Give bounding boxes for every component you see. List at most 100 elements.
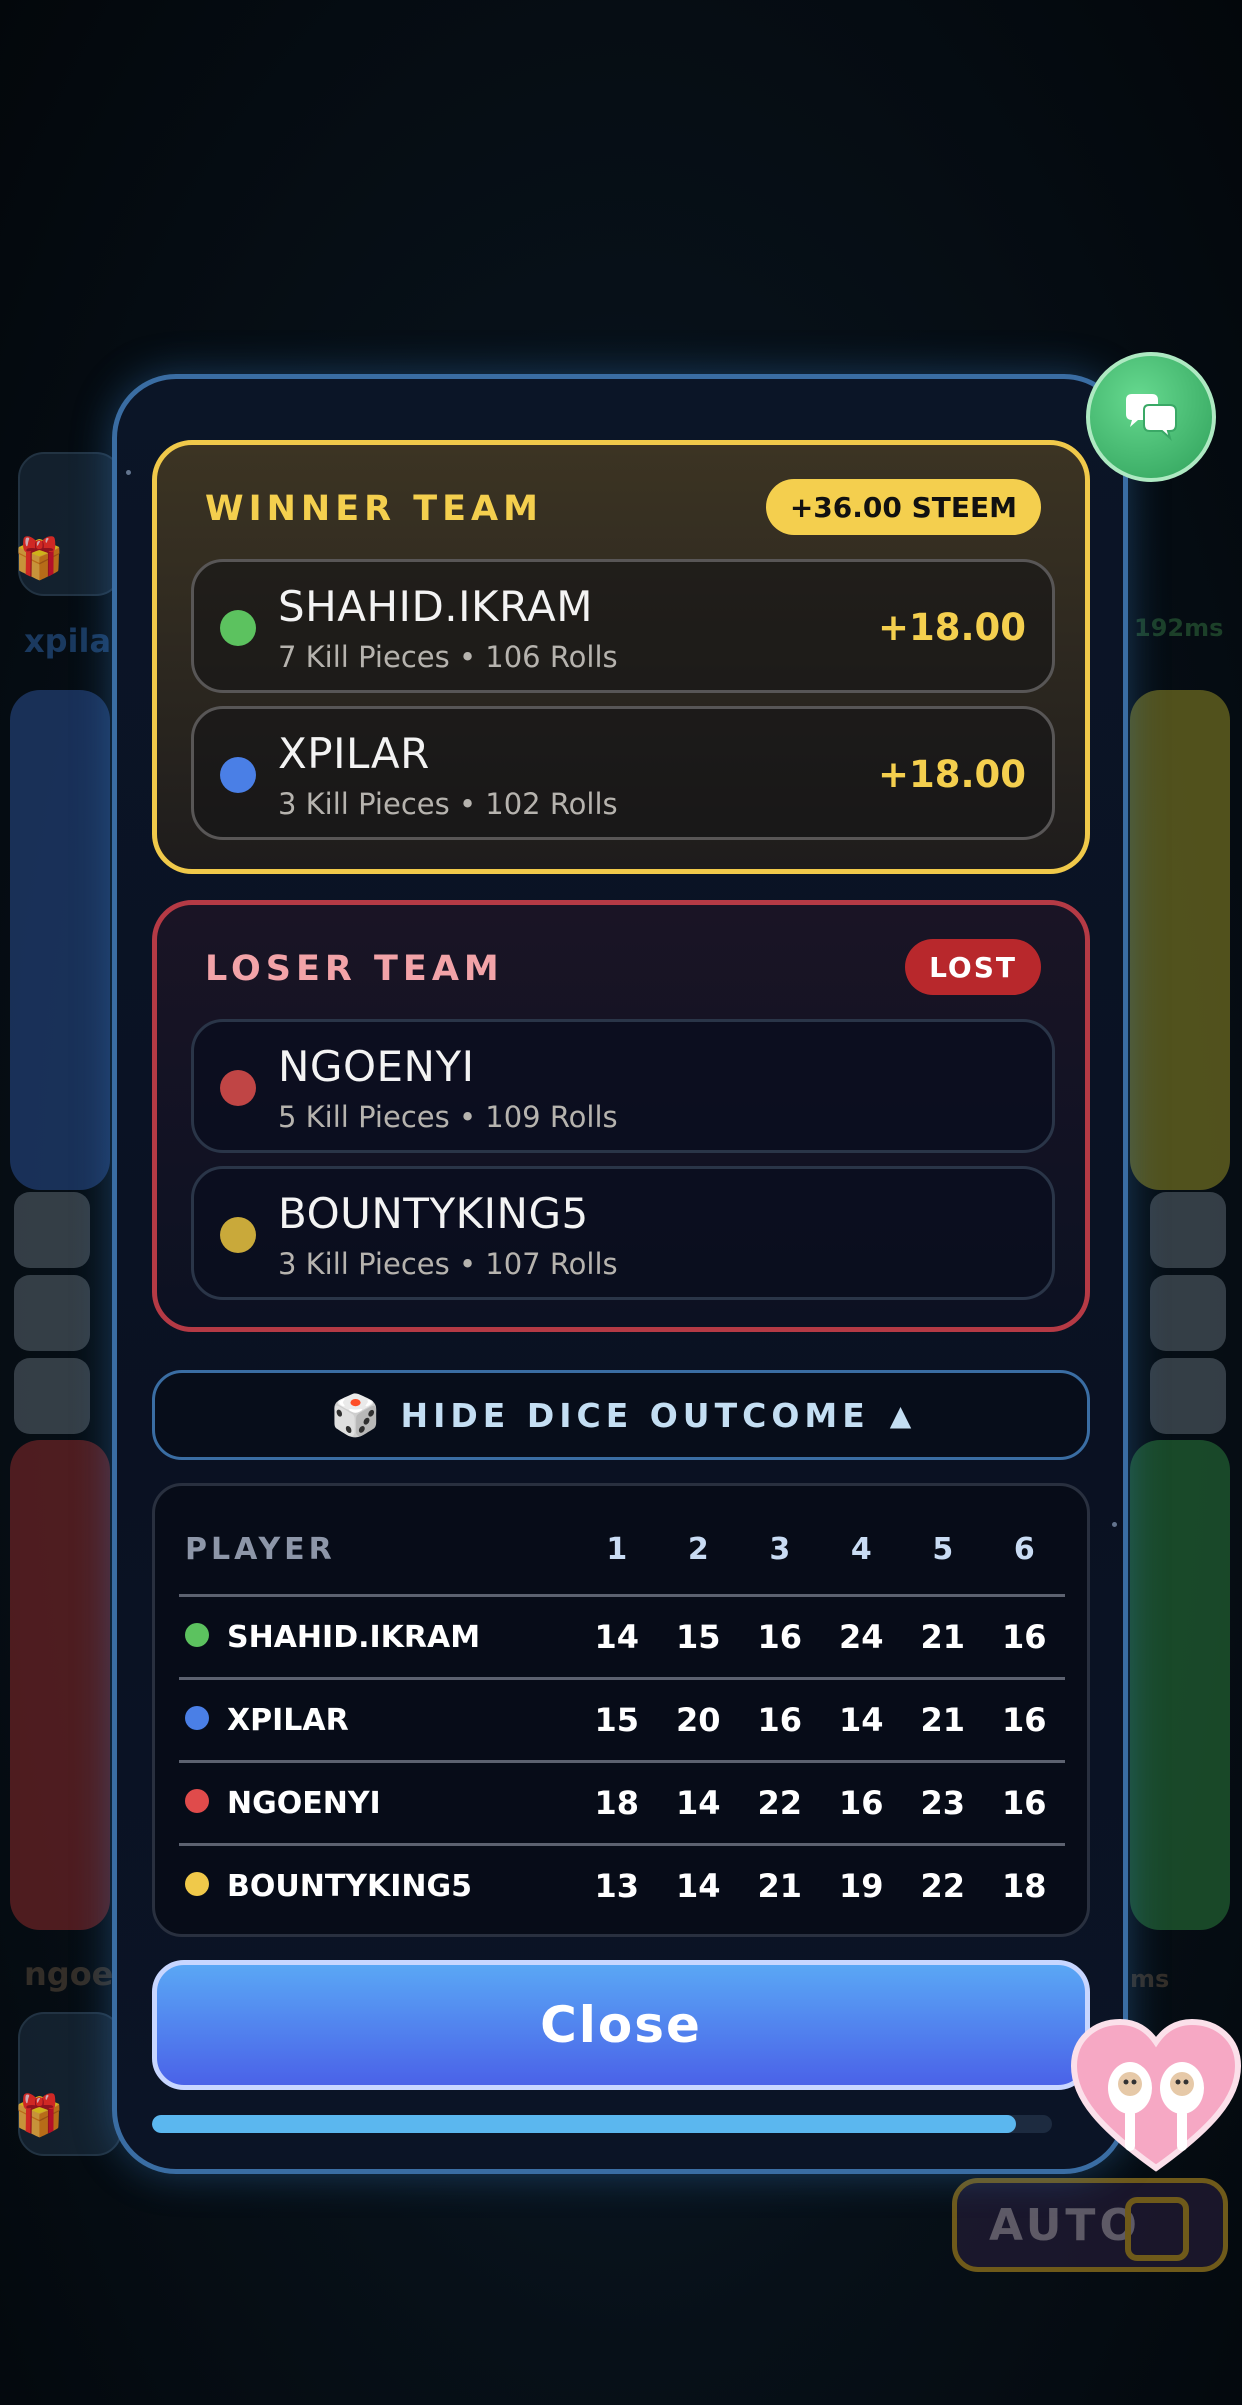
player-color-dot bbox=[185, 1623, 209, 1647]
count-cell: 18 bbox=[576, 1760, 658, 1845]
board-cell bbox=[14, 1192, 90, 1268]
winner-team-title: WINNER TEAM bbox=[205, 489, 543, 529]
count-cell: 16 bbox=[820, 1760, 902, 1845]
player-name-label: xpila bbox=[24, 622, 112, 660]
player-name: NGOENYI bbox=[227, 1785, 381, 1821]
column-header-5: 5 bbox=[932, 1531, 954, 1567]
player-name: BOUNTYKING5 bbox=[227, 1868, 473, 1904]
board-cell bbox=[14, 1358, 90, 1434]
dice-icon: 🎲 bbox=[330, 1392, 381, 1439]
player-name: SHAHID.IKRAM bbox=[227, 1619, 481, 1655]
loser-player-row: NGOENYI 5 Kill Pieces • 109 Rolls bbox=[191, 1019, 1055, 1153]
count-cell: 16 bbox=[739, 1677, 821, 1762]
sparkle bbox=[1112, 1522, 1117, 1527]
player-name-label: ngoe bbox=[24, 1955, 114, 1993]
gift-icon: 🎁 bbox=[14, 536, 64, 582]
player-winnings: +18.00 bbox=[877, 753, 1026, 796]
lost-badge: LOST bbox=[905, 939, 1041, 995]
dice-outcome-table: PLAYER 1 2 3 4 5 6 SHAHID.IKRAM 14 15 16… bbox=[179, 1504, 1065, 1926]
count-cell: 19 bbox=[820, 1843, 902, 1926]
player-name: NGOENYI bbox=[278, 1042, 475, 1091]
count-cell: 14 bbox=[657, 1843, 739, 1926]
player-name: SHAHID.IKRAM bbox=[278, 582, 594, 631]
table-row: BOUNTYKING5 13 14 21 19 22 18 bbox=[179, 1843, 1065, 1926]
player-color-dot bbox=[220, 1070, 256, 1106]
table-header-row: PLAYER 1 2 3 4 5 6 bbox=[179, 1504, 1065, 1596]
winner-player-row: SHAHID.IKRAM 7 Kill Pieces • 106 Rolls +… bbox=[191, 559, 1055, 693]
chat-button[interactable] bbox=[1086, 352, 1216, 482]
loser-player-row: BOUNTYKING5 3 Kill Pieces • 107 Rolls bbox=[191, 1166, 1055, 1300]
player-name: XPILAR bbox=[278, 729, 430, 778]
close-button[interactable]: Close bbox=[152, 1960, 1090, 2090]
table-row: NGOENYI 18 14 22 16 23 16 bbox=[179, 1760, 1065, 1845]
auto-toggle[interactable]: AUTO bbox=[952, 2178, 1228, 2272]
player-color-dot bbox=[185, 1789, 209, 1813]
count-cell: 16 bbox=[983, 1760, 1065, 1845]
column-header-4: 4 bbox=[850, 1531, 872, 1567]
count-cell: 20 bbox=[657, 1677, 739, 1762]
auto-checkbox[interactable] bbox=[1125, 2197, 1189, 2261]
player-stats: 3 Kill Pieces • 102 Rolls bbox=[278, 787, 618, 821]
caret-up-icon: ▲ bbox=[889, 1398, 912, 1432]
count-cell: 16 bbox=[739, 1594, 821, 1679]
player-cell: XPILAR bbox=[179, 1677, 576, 1762]
player-color-dot bbox=[220, 610, 256, 646]
auto-label: AUTO bbox=[989, 2199, 1141, 2251]
count-cell: 23 bbox=[902, 1760, 984, 1845]
player-color-dot bbox=[185, 1872, 209, 1896]
player-name: BOUNTYKING5 bbox=[278, 1189, 589, 1238]
player-cell: SHAHID.IKRAM bbox=[179, 1594, 576, 1679]
count-cell: 22 bbox=[902, 1843, 984, 1926]
column-header-6: 6 bbox=[1013, 1531, 1035, 1567]
ping-label: 192ms bbox=[1134, 614, 1224, 642]
winner-total-badge: +36.00 STEEM bbox=[765, 479, 1041, 535]
player-winnings: +18.00 bbox=[877, 606, 1026, 649]
winner-player-row: XPILAR 3 Kill Pieces • 102 Rolls +18.00 bbox=[191, 706, 1055, 840]
close-timer-fill bbox=[152, 2115, 1016, 2133]
count-cell: 18 bbox=[983, 1843, 1065, 1926]
count-cell: 21 bbox=[739, 1843, 821, 1926]
green-base-area bbox=[1130, 1440, 1230, 1930]
table-row: SHAHID.IKRAM 14 15 16 24 21 16 bbox=[179, 1594, 1065, 1679]
loser-team-panel: LOSER TEAM LOST NGOENYI 5 Kill Pieces • … bbox=[152, 900, 1090, 1332]
red-base-area bbox=[10, 1440, 110, 1930]
gift-icon: 🎁 bbox=[14, 2093, 64, 2139]
count-cell: 24 bbox=[820, 1594, 902, 1679]
player-color-dot bbox=[185, 1706, 209, 1730]
ping-label: ms bbox=[1130, 1965, 1170, 1993]
sparkle bbox=[126, 470, 131, 475]
player-cell: BOUNTYKING5 bbox=[179, 1843, 576, 1926]
count-cell: 21 bbox=[902, 1594, 984, 1679]
loser-team-title: LOSER TEAM bbox=[205, 949, 504, 989]
column-header-3: 3 bbox=[769, 1531, 791, 1567]
blue-base-area bbox=[10, 690, 110, 1190]
player-name: XPILAR bbox=[227, 1702, 349, 1738]
board-cell bbox=[1150, 1192, 1226, 1268]
count-cell: 14 bbox=[820, 1677, 902, 1762]
count-cell: 14 bbox=[657, 1760, 739, 1845]
count-cell: 21 bbox=[902, 1677, 984, 1762]
yellow-base-area bbox=[1130, 690, 1230, 1190]
count-cell: 16 bbox=[983, 1677, 1065, 1762]
player-cell: NGOENYI bbox=[179, 1760, 576, 1845]
count-cell: 15 bbox=[576, 1677, 658, 1762]
heart-sheep-sticker[interactable] bbox=[1070, 2018, 1242, 2176]
count-cell: 14 bbox=[576, 1594, 658, 1679]
close-timer-bar bbox=[152, 2115, 1052, 2133]
hide-dice-outcome-button[interactable]: 🎲 HIDE DICE OUTCOME ▲ bbox=[152, 1370, 1090, 1460]
dice-outcome-panel: PLAYER 1 2 3 4 5 6 SHAHID.IKRAM 14 15 16… bbox=[152, 1483, 1090, 1937]
count-cell: 15 bbox=[657, 1594, 739, 1679]
column-header-1: 1 bbox=[606, 1531, 628, 1567]
player-stats: 7 Kill Pieces • 106 Rolls bbox=[278, 640, 618, 674]
player-color-dot bbox=[220, 757, 256, 793]
column-header-2: 2 bbox=[687, 1531, 709, 1567]
count-cell: 16 bbox=[983, 1594, 1065, 1679]
board-cell bbox=[14, 1275, 90, 1351]
count-cell: 13 bbox=[576, 1843, 658, 1926]
player-stats: 3 Kill Pieces • 107 Rolls bbox=[278, 1247, 618, 1281]
chat-bubbles-icon bbox=[1126, 394, 1177, 441]
column-header-player: PLAYER bbox=[185, 1531, 336, 1567]
board-cell bbox=[1150, 1275, 1226, 1351]
winner-team-panel: WINNER TEAM +36.00 STEEM SHAHID.IKRAM 7 … bbox=[152, 440, 1090, 874]
board-cell bbox=[1150, 1358, 1226, 1434]
